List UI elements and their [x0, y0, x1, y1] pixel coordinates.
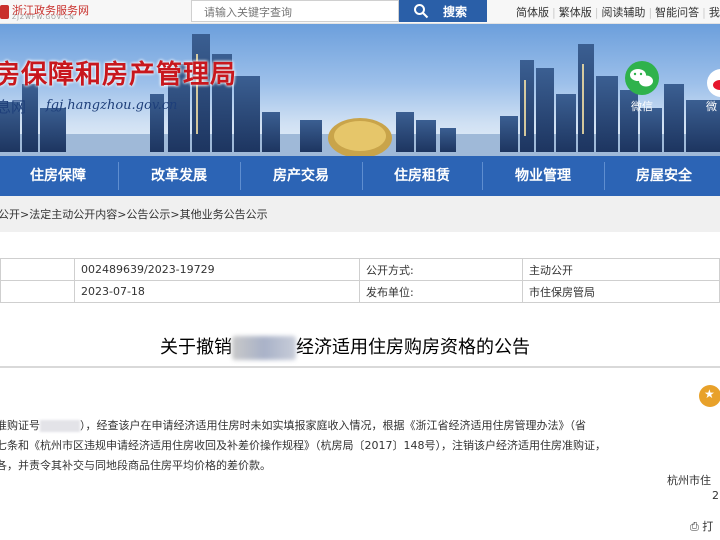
nav-item-rental[interactable]: 住房租赁 — [364, 156, 480, 196]
nav-item-housing-security[interactable]: 住房保障 — [0, 156, 116, 196]
redacted-name — [232, 336, 296, 360]
article-title: 关于撤销 经济适用住房购房资格的公告 — [0, 323, 720, 368]
wechat-icon — [625, 61, 659, 95]
weibo-link[interactable]: 微 — [706, 68, 720, 124]
site-title: 房保障和房产管理局 — [0, 60, 238, 90]
article-body: 准购证号 ），经查该户在申请经济适用住房时未如实填报家庭收入情况，根据《浙江省经济… — [0, 416, 720, 476]
article-date: 2 — [712, 489, 719, 502]
weibo-icon — [707, 69, 720, 97]
favorite-star-icon[interactable]: ★ — [699, 385, 720, 407]
search-icon — [414, 4, 429, 19]
meta-publisher-value: 市住保房管局 — [522, 280, 720, 303]
meta-table: 002489639/2023-19729 公开方式: 主动公开 2023-07-… — [0, 258, 720, 303]
meta-index-number: 002489639/2023-19729 — [74, 258, 360, 281]
wechat-label: 微信 — [631, 100, 653, 113]
article-title-suffix: 经济适用住房购房资格的公告 — [296, 337, 530, 358]
link-simplified[interactable]: 简体版 — [516, 6, 549, 19]
link-smart-qa[interactable]: 智能问答 — [655, 6, 699, 19]
top-bar: 浙江政务服务网 ZJZWFW.GOV.CN 搜索 简体版|繁体版|阅读辅助|智能… — [0, 0, 720, 24]
site-url: fgj.hangzhou.gov.cn — [46, 98, 178, 113]
site-subtitle: 息网 — [0, 98, 27, 116]
article-signer: 杭州市住 — [667, 474, 711, 487]
weibo-label: 微 — [706, 100, 717, 113]
breadcrumb-path[interactable]: 公开>法定主动公开内容>公告公示>其他业务公告公示 — [0, 206, 268, 222]
gov-service-logo[interactable]: 浙江政务服务网 ZJZWFW.GOV.CN — [0, 2, 92, 22]
meta-date: 2023-07-18 — [74, 280, 360, 303]
link-reading-aid[interactable]: 阅读辅助 — [601, 6, 645, 19]
meta-label-disclosure: 公开方式: — [359, 258, 523, 281]
nav-item-property-management[interactable]: 物业管理 — [484, 156, 602, 196]
redacted-id — [40, 420, 80, 432]
search-input[interactable] — [192, 2, 398, 23]
search-button-label: 搜索 — [443, 5, 468, 19]
nav-item-building-safety[interactable]: 房屋安全 — [606, 156, 720, 196]
meta-row: 002489639/2023-19729 公开方式: 主动公开 — [0, 258, 720, 281]
search-box — [191, 0, 399, 23]
top-links: 简体版 | 繁体版 | 阅读辅助 | 智能问答 | 我 — [516, 6, 720, 19]
gov-service-domain: ZJZWFW.GOV.CN — [12, 14, 75, 21]
search-button[interactable]: 搜索 — [399, 0, 487, 22]
nav-item-reform[interactable]: 改革发展 — [120, 156, 238, 196]
breadcrumb: 公开>法定主动公开内容>公告公示>其他业务公告公示 — [0, 196, 720, 232]
header-banner: 房保障和房产管理局 息网 fgj.hangzhou.gov.cn 微信 微 — [0, 24, 720, 156]
article-title-prefix: 关于撤销 — [160, 337, 232, 358]
wechat-link[interactable]: 微信 — [622, 60, 662, 116]
link-my[interactable]: 我 — [709, 6, 720, 19]
main-nav: 住房保障 改革发展 房产交易 住房租赁 物业管理 房屋安全 — [0, 156, 720, 196]
print-button[interactable]: ⎙ 打 — [690, 518, 713, 534]
link-traditional[interactable]: 繁体版 — [559, 6, 592, 19]
meta-row: 2023-07-18 发布单位: 市住保房管局 — [0, 280, 720, 303]
article-line: 准购证号 ），经查该户在申请经济适用住房时未如实填报家庭收入情况，根据《浙江省经济… — [0, 419, 586, 432]
article-line: 七条和《杭州市区违规申请经济适用住房收回及补差价操作规程》（杭房局〔2017〕1… — [0, 439, 606, 452]
nav-item-property-trading[interactable]: 房产交易 — [242, 156, 360, 196]
article-line: 各，并责令其补交与同地段商品住房平均价格的差价款。 — [0, 459, 271, 472]
meta-label-publisher: 发布单位: — [359, 280, 523, 303]
meta-disclosure-value: 主动公开 — [522, 258, 720, 281]
zhejiang-emblem-icon — [0, 5, 9, 19]
